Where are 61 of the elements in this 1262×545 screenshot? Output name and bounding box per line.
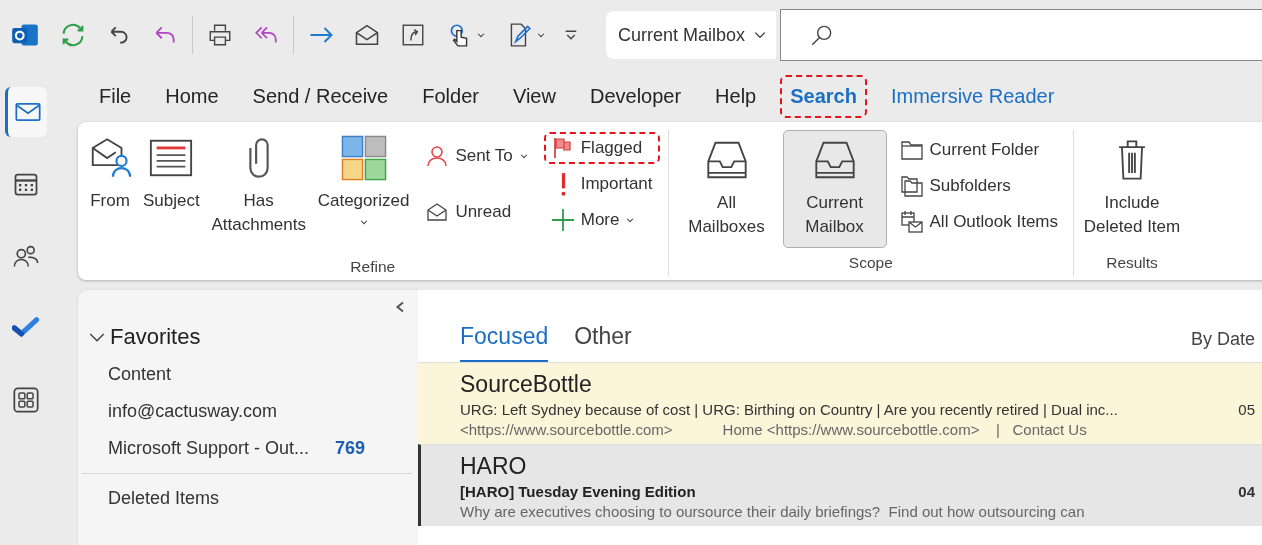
folder-icon	[899, 138, 924, 162]
plus-icon	[550, 208, 575, 232]
chevron-down-icon	[476, 30, 486, 40]
ribbon-tab[interactable]: File	[89, 74, 142, 118]
ribbon-tab[interactable]: Immersive Reader	[880, 74, 1065, 118]
ribbon-button[interactable]: Current Folder	[892, 134, 1066, 166]
color-categories-icon	[340, 135, 387, 181]
ribbon-tab[interactable]: Home	[155, 74, 229, 118]
ribbon-button[interactable]: Sent To	[418, 140, 536, 172]
ribbon-tab[interactable]: Folder	[412, 74, 489, 118]
message-list-tab[interactable]: Other	[574, 323, 632, 362]
ribbon-button[interactable]: Flagged	[543, 132, 660, 164]
popout-icon	[400, 22, 426, 48]
print-icon	[207, 22, 233, 48]
scope-dropdown[interactable]: Current Mailbox	[606, 11, 776, 59]
message-subject: [HARO] Tuesday Evening Edition	[460, 483, 697, 500]
favorites-header[interactable]: Favorites	[88, 324, 418, 350]
ribbon-button[interactable]: Unread	[418, 196, 536, 228]
search-field[interactable]	[780, 9, 1262, 61]
apps-grid-icon	[12, 386, 40, 414]
ribbon-tab[interactable]: Developer	[579, 74, 692, 118]
message-row[interactable]: HARO [HARO] Tuesday Evening Edition 04 Why are executives choosing to oursource their daily briefings? Find out how outsourcing can	[418, 444, 1262, 526]
ribbon-tab[interactable]: View	[502, 74, 566, 118]
message-row[interactable]: SourceBottle URG: Left Sydney because of cost | URG: Birthing on Country | Are you recently retired | Dual inc... 05 <https://www.sourcebottle.com> Home <https://www.sourcebottle.com> | Contact Us	[418, 362, 1262, 444]
message-sender: HARO	[460, 453, 528, 480]
ribbon-button[interactable]: Include Deleted Item	[1080, 130, 1185, 248]
ribbon-button[interactable]: All Mailboxes	[674, 130, 779, 248]
ribbon-button[interactable]: All Outlook Items	[892, 206, 1066, 238]
exclamation-icon	[560, 172, 566, 196]
ribbon-button[interactable]: Subject	[140, 128, 203, 246]
ribbon-tab[interactable]: Help	[705, 74, 767, 118]
sort-button[interactable]: By Date	[1190, 329, 1255, 362]
collapse-chevron-icon	[394, 300, 406, 314]
calendar-envelope-icon	[899, 210, 924, 234]
person-icon	[425, 144, 450, 168]
subfolders-icon	[899, 174, 924, 198]
message-preview: <https://www.sourcebottle.com> Home <https://www.sourcebottle.com> | Contact Us	[460, 421, 1088, 438]
folder-item[interactable]: Microsoft Support - Out... 769	[78, 430, 418, 467]
group-label: Results	[1105, 253, 1159, 272]
ribbon-tab[interactable]: Send / Receive	[242, 74, 399, 118]
ribbon-button[interactable]: More	[543, 204, 660, 236]
ribbon-button[interactable]: From	[84, 128, 136, 246]
ribbon-button[interactable]: Subfolders	[892, 170, 1066, 202]
nav-rail-button[interactable]	[5, 87, 47, 137]
chevron-down-icon	[536, 30, 546, 40]
group-label: Scope	[847, 253, 894, 272]
message-sender: SourceBottle	[460, 371, 593, 398]
group-label: Refine	[349, 257, 397, 276]
ribbon-button[interactable]: Has Attachments	[206, 128, 311, 246]
unread-count: 769	[335, 438, 366, 459]
ribbon-button[interactable]: Categorized	[314, 128, 413, 246]
message-preview: Why are executives choosing to oursource their daily briefings? Find out how outsourcing can	[460, 503, 1086, 520]
message-date: 05	[1238, 401, 1255, 418]
ribbon-button[interactable]: Current Mailbox	[782, 130, 887, 248]
folder-item[interactable]: Deleted Items	[78, 480, 418, 517]
message-date: 04	[1238, 483, 1255, 500]
ribbon-tab[interactable]: Search	[780, 74, 867, 118]
ribbon-button[interactable]: Important	[543, 168, 660, 200]
folder-item[interactable]: Content	[78, 356, 418, 393]
message-subject: URG: Left Sydney because of cost | URG: Birthing on Country | Are you recently retired | Dual inc...	[460, 401, 1119, 418]
folder-item[interactable]: info@cactusway.com	[78, 393, 418, 430]
